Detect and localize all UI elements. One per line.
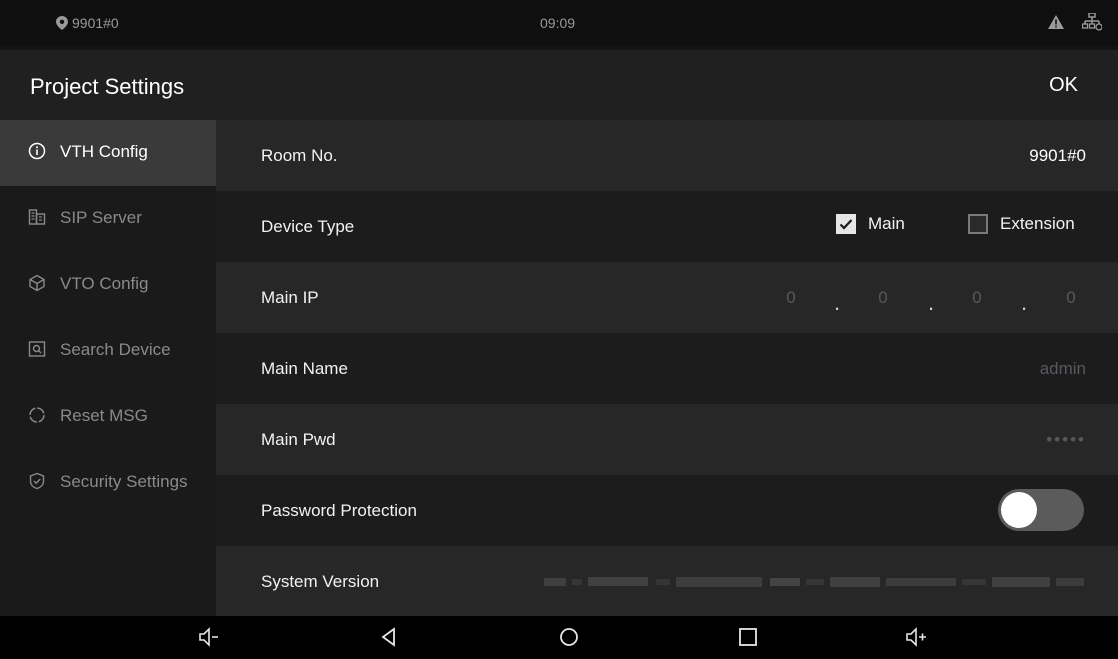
sidebar-item-label: VTO Config <box>60 274 149 293</box>
ip-octet-1[interactable]: 0 <box>756 288 826 308</box>
sidebar-item-label: Security Settings <box>60 472 188 491</box>
network-icon <box>1082 13 1102 31</box>
sidebar-item-security-settings[interactable]: Security Settings <box>0 450 216 516</box>
settings-content: Room No. 9901#0 Device Type Main Extensi… <box>216 120 1118 617</box>
password-protection-label: Password Protection <box>261 501 417 520</box>
main-pwd-row: Main Pwd ••••• <box>216 404 1118 475</box>
room-no-label: Room No. <box>261 146 338 165</box>
ok-button[interactable]: OK <box>1049 74 1078 97</box>
warning-icon <box>1048 15 1064 29</box>
main-name-row: Main Name admin <box>216 333 1118 404</box>
device-type-main-option[interactable]: Main <box>836 214 905 234</box>
ip-octet-4[interactable]: 0 <box>1036 288 1106 308</box>
page-title: Project Settings <box>30 74 185 99</box>
room-no-value[interactable]: 9901#0 <box>1029 146 1086 166</box>
main-ip-label: Main IP <box>261 288 319 307</box>
sidebar-item-vto-config[interactable]: VTO Config <box>0 252 216 318</box>
sidebar-item-label: Search Device <box>60 340 171 359</box>
info-icon <box>28 142 46 160</box>
device-type-label: Device Type <box>261 217 355 236</box>
ip-separator: . <box>834 290 841 315</box>
device-type-row: Device Type Main Extension <box>216 191 1118 262</box>
sidebar: VTH Config SIP Server VTO Config Search … <box>0 120 216 616</box>
main-ip-row: Main IP 0 . 0 . 0 . 0 <box>216 262 1118 333</box>
sidebar-item-reset-msg[interactable]: Reset MSG <box>0 384 216 450</box>
blurred-version-value <box>544 577 1084 587</box>
header: Project Settings OK <box>0 50 1118 122</box>
ip-separator: . <box>928 290 935 315</box>
cube-icon <box>29 274 45 292</box>
main-name-label: Main Name <box>261 359 348 378</box>
system-version-label: System Version <box>261 572 380 591</box>
extension-option-label: Extension <box>1000 214 1075 233</box>
status-time: 09:09 <box>540 15 576 31</box>
volume-down-icon[interactable] <box>198 626 220 648</box>
checkmark-icon <box>839 219 853 230</box>
building-icon <box>28 209 46 225</box>
ip-octet-3[interactable]: 0 <box>942 288 1012 308</box>
sidebar-item-sip-server[interactable]: SIP Server <box>0 186 216 252</box>
main-name-input[interactable]: admin <box>1040 359 1086 379</box>
status-location: 9901#0 <box>56 15 119 31</box>
sidebar-item-label: VTH Config <box>60 142 148 161</box>
ip-octet-2[interactable]: 0 <box>848 288 918 308</box>
reset-icon <box>29 407 45 423</box>
sidebar-item-search-device[interactable]: Search Device <box>0 318 216 384</box>
back-icon[interactable] <box>378 626 400 648</box>
device-type-extension-option[interactable]: Extension <box>968 214 1075 234</box>
system-version-row: System Version <box>216 546 1118 617</box>
navigation-bar <box>0 616 1118 659</box>
main-pwd-input[interactable]: ••••• <box>1046 430 1086 450</box>
location-pin-icon <box>56 16 68 30</box>
main-pwd-label: Main Pwd <box>261 430 336 449</box>
sidebar-item-label: SIP Server <box>60 208 142 227</box>
volume-up-icon[interactable] <box>905 626 929 648</box>
toggle-knob <box>1001 492 1037 528</box>
password-protection-row: Password Protection <box>216 475 1118 546</box>
status-location-text: 9901#0 <box>72 15 119 31</box>
sidebar-item-label: Reset MSG <box>60 406 148 425</box>
search-window-icon <box>28 341 46 357</box>
room-no-row: Room No. 9901#0 <box>216 120 1118 191</box>
status-bar: 9901#0 09:09 <box>0 0 1118 46</box>
main-option-label: Main <box>868 214 905 233</box>
main-checkbox[interactable] <box>836 214 856 234</box>
sidebar-item-vth-config[interactable]: VTH Config <box>0 120 216 186</box>
password-protection-toggle[interactable] <box>998 489 1084 531</box>
shield-check-icon <box>29 472 45 490</box>
recents-icon[interactable] <box>737 626 759 648</box>
home-icon[interactable] <box>558 626 580 648</box>
ip-separator: . <box>1021 290 1028 315</box>
extension-checkbox[interactable] <box>968 214 988 234</box>
